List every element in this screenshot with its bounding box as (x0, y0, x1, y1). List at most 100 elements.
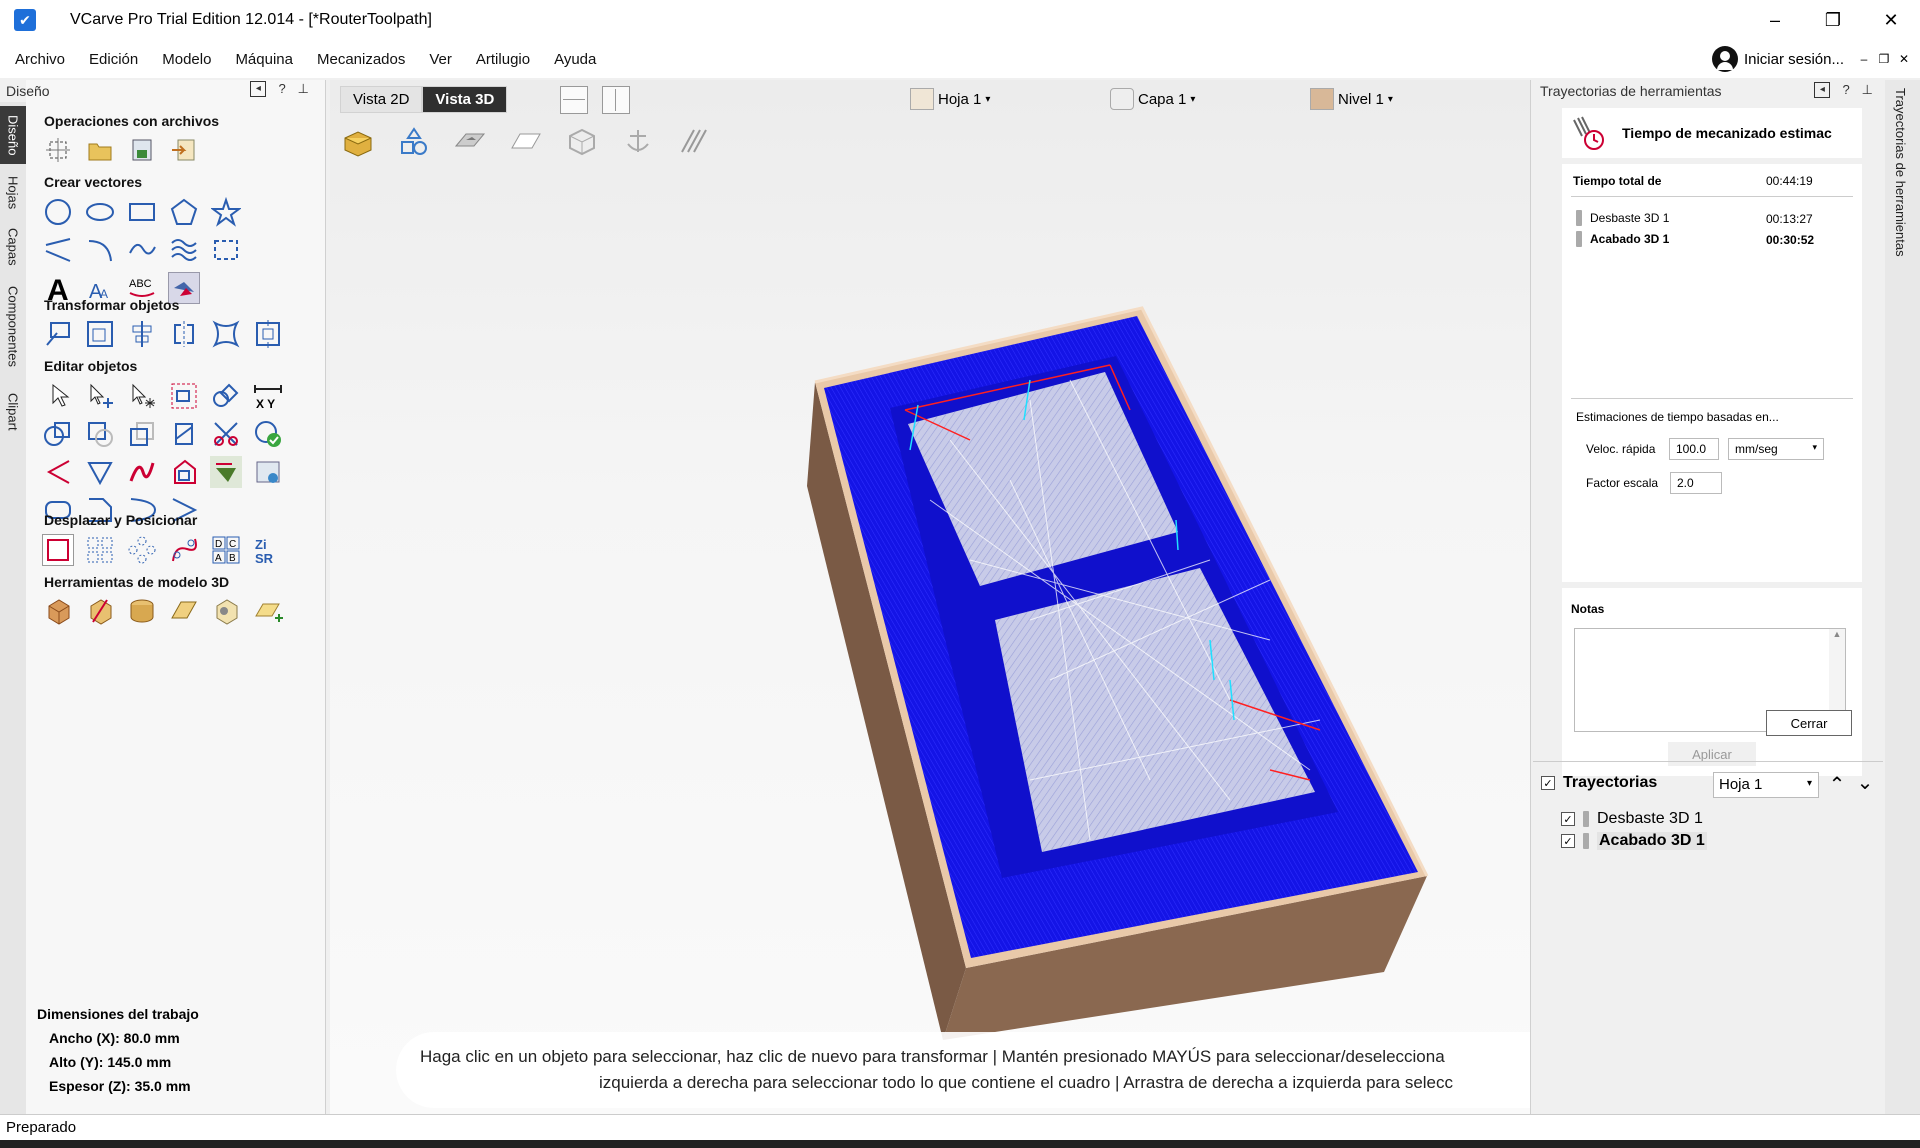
move-icon[interactable] (42, 318, 74, 350)
similar-select-icon[interactable] (210, 380, 242, 412)
model-slice-icon[interactable] (84, 595, 116, 627)
help-icon[interactable]: ? (278, 81, 285, 97)
new-job-icon[interactable] (42, 134, 74, 166)
tab-hojas[interactable]: Hojas (0, 168, 26, 218)
bitmap-icon[interactable] (252, 456, 284, 488)
trim-icon[interactable] (210, 418, 242, 450)
v-shape-icon[interactable] (84, 456, 116, 488)
tab-clipart[interactable]: Clipart (0, 382, 26, 442)
polygon-icon[interactable] (168, 196, 200, 228)
curve-icon[interactable] (126, 234, 158, 266)
menu-maquina[interactable]: Máquina (223, 51, 305, 68)
scale-icon[interactable] (84, 318, 116, 350)
menu-mecanizados[interactable]: Mecanizados (305, 51, 417, 68)
align-icon[interactable] (126, 318, 158, 350)
apply-button[interactable]: Aplicar (1668, 742, 1756, 766)
rapid-speed-input[interactable]: 100.0 (1669, 438, 1719, 460)
speed-unit-select[interactable]: mm/seg ▾ (1728, 438, 1824, 460)
import-file-icon[interactable] (168, 134, 200, 166)
pin-icon[interactable]: ⊥ (298, 81, 309, 97)
move-up-icon[interactable]: ⌃ (1824, 772, 1850, 798)
nesting-letters-icon[interactable]: Zi SR (252, 534, 284, 566)
toolpaths-visible-checkbox[interactable]: ✓ (1541, 776, 1555, 790)
toolpath-list-item[interactable]: ✓ Acabado 3D 1 (1561, 832, 1707, 850)
scroll-up-icon[interactable]: ▲ (1829, 629, 1845, 639)
select-pointer-icon[interactable] (42, 380, 74, 412)
array-copy-icon[interactable] (42, 534, 74, 566)
model-import-icon[interactable] (210, 595, 242, 627)
save-file-icon[interactable] (126, 134, 158, 166)
copy-along-path-icon[interactable] (168, 534, 200, 566)
svg-text:A: A (215, 553, 222, 564)
polyline-icon[interactable] (42, 234, 74, 266)
tab-componentes[interactable]: Componentes (0, 276, 26, 376)
doc-close-button[interactable]: ✕ (1894, 52, 1914, 66)
toolpath-checkbox[interactable]: ✓ (1561, 834, 1575, 848)
model-add-icon[interactable] (252, 595, 284, 627)
rectangle-icon[interactable] (126, 196, 158, 228)
restore-button[interactable]: ❐ (1804, 0, 1862, 40)
transform-pointer-icon[interactable] (126, 380, 158, 412)
fillet-icon[interactable] (168, 418, 200, 450)
right-help-icon[interactable]: ? (1842, 82, 1849, 98)
offset-icon[interactable] (168, 456, 200, 488)
svg-text:ABC: ABC (129, 278, 152, 290)
dimension-box-icon[interactable] (210, 234, 242, 266)
right-vertical-tab[interactable]: Trayectorias de herramientas (1885, 80, 1920, 1114)
job-width: Ancho (X): 80.0 mm (49, 1030, 180, 1046)
wave-pattern-icon[interactable] (168, 234, 200, 266)
right-pin-icon[interactable]: ⊥ (1862, 82, 1873, 98)
menu-archivo[interactable]: Archivo (0, 51, 77, 68)
toolpath-checkbox[interactable]: ✓ (1561, 812, 1575, 826)
model-stack-icon[interactable] (126, 595, 158, 627)
menu-edicion[interactable]: Edición (77, 51, 150, 68)
measure-xy-icon[interactable]: X Y (252, 380, 284, 412)
svg-text:Zi: Zi (255, 537, 267, 552)
circle-icon[interactable] (42, 196, 74, 228)
3d-viewport[interactable]: Vista 2D Vista 3D Hoja 1 ▾ Capa 1 ▾ Nivel … (330, 80, 1530, 1114)
minimize-button[interactable]: – (1746, 0, 1804, 40)
subtract-icon[interactable] (84, 418, 116, 450)
close-estimate-button[interactable]: Cerrar (1766, 710, 1852, 736)
box-select-icon[interactable] (168, 380, 200, 412)
speed-unit-value: mm/seg (1735, 442, 1778, 456)
star-icon[interactable] (210, 196, 242, 228)
circular-copy-icon[interactable] (126, 534, 158, 566)
smooth-curve-icon[interactable] (126, 456, 158, 488)
distort-icon[interactable] (210, 318, 242, 350)
collapse-panel-icon[interactable]: ◂ (250, 81, 267, 97)
grid-copy-icon[interactable] (84, 534, 116, 566)
tool-icon (1583, 833, 1589, 849)
node-edit-icon[interactable] (84, 380, 116, 412)
tab-diseno[interactable]: Diseño (0, 106, 26, 164)
scale-factor-input[interactable]: 2.0 (1670, 472, 1722, 494)
sheet-filter-select[interactable]: Hoja 1 ▾ (1713, 772, 1819, 798)
model-hex-icon[interactable] (42, 595, 74, 627)
menu-ver[interactable]: Ver (417, 51, 464, 68)
toolpaths-label: Trayectorias (1563, 774, 1658, 791)
model-surface-icon[interactable] (168, 595, 200, 627)
nest-icon[interactable] (210, 456, 242, 488)
menu-artilugio[interactable]: Artilugio (464, 51, 542, 68)
close-button[interactable]: ✕ (1862, 0, 1920, 40)
user-icon[interactable] (1711, 46, 1738, 72)
validate-vector-icon[interactable] (252, 418, 284, 450)
doc-restore-button[interactable]: ❐ (1874, 52, 1894, 66)
move-down-icon[interactable]: ⌄ (1852, 772, 1878, 798)
tab-capas[interactable]: Capas (0, 222, 26, 272)
arc-icon[interactable] (84, 234, 116, 266)
menu-modelo[interactable]: Modelo (150, 51, 223, 68)
signin-link[interactable]: Iniciar sesión... (1744, 51, 1844, 68)
weld-icon[interactable] (42, 418, 74, 450)
extend-icon[interactable] (42, 456, 74, 488)
intersect-icon[interactable] (126, 418, 158, 450)
mirror-icon[interactable] (168, 318, 200, 350)
center-icon[interactable] (252, 318, 284, 350)
open-file-icon[interactable] (84, 134, 116, 166)
label-abcd-icon[interactable]: DCAB (210, 534, 242, 566)
collapse-right-panel-icon[interactable]: ◂ (1814, 82, 1831, 98)
toolpath-list-item[interactable]: ✓ Desbaste 3D 1 (1561, 810, 1703, 828)
doc-minimize-button[interactable]: – (1854, 52, 1874, 66)
menu-ayuda[interactable]: Ayuda (542, 51, 608, 68)
ellipse-icon[interactable] (84, 196, 116, 228)
